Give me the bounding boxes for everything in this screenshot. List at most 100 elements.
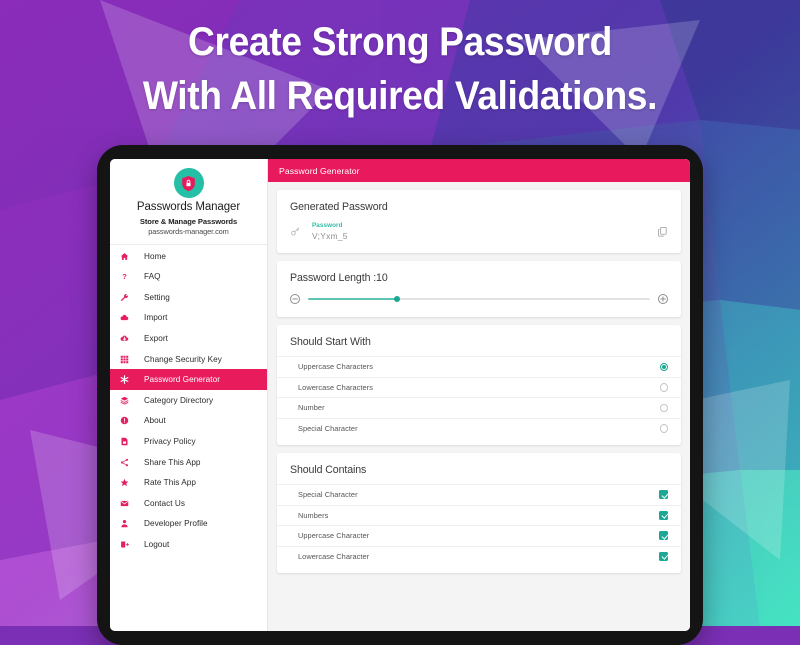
checkbox[interactable] xyxy=(659,490,668,500)
checkbox[interactable] xyxy=(659,510,668,520)
radio-button[interactable] xyxy=(659,383,668,392)
sidebar-item-home[interactable]: Home xyxy=(110,246,267,267)
asterisk-icon xyxy=(116,375,133,385)
should-start-with-options: Uppercase Characters Lowercase Characters… xyxy=(277,356,681,438)
generated-password-row: Password V;Yxm_5 xyxy=(277,221,681,253)
password-field[interactable]: Password V;Yxm_5 xyxy=(312,222,657,241)
option-label: Special Character xyxy=(298,490,358,500)
brand-url: passwords-manager.com xyxy=(148,226,229,236)
sidebar-item-developer-profile[interactable]: Developer Profile xyxy=(110,514,267,535)
brand-subtitle: Store & Manage Passwords xyxy=(139,216,238,226)
checkbox[interactable] xyxy=(659,531,668,541)
sidebar-item-change-security-key[interactable]: Change Security Key xyxy=(110,349,267,370)
sidebar-item-label: Share This App xyxy=(144,457,201,467)
sidebar-item-export[interactable]: Export xyxy=(110,328,267,349)
shield-lock-icon xyxy=(173,168,204,198)
should-contains-title: Should Contains xyxy=(290,464,367,476)
share-icon xyxy=(116,458,133,467)
sidebar-item-about[interactable]: About xyxy=(110,411,267,432)
minus-circle-icon[interactable] xyxy=(290,294,300,304)
start-with-option-row[interactable]: Lowercase Characters xyxy=(277,376,681,398)
star-icon xyxy=(116,478,133,487)
sidebar-item-logout[interactable]: Logout xyxy=(110,534,267,555)
cloud-upload-icon xyxy=(116,313,133,322)
option-label: Uppercase Characters xyxy=(298,362,373,372)
card-spacer xyxy=(277,438,681,445)
content-scroll-area: Generated Password Password V;Yxm_5 Pass… xyxy=(268,182,690,631)
cloud-download-icon xyxy=(116,334,133,343)
sidebar-item-label: Home xyxy=(144,251,167,261)
sidebar-item-label: Setting xyxy=(144,292,170,302)
password-length-card: Password Length :10 xyxy=(277,261,681,317)
sidebar-item-label: Category Directory xyxy=(144,395,214,405)
contains-option-row[interactable]: Numbers xyxy=(277,504,681,526)
checkbox[interactable] xyxy=(659,551,668,561)
sidebar-item-label: Rate This App xyxy=(144,478,196,488)
sidebar-item-label: About xyxy=(144,416,166,426)
sidebar-item-label: Import xyxy=(144,313,168,323)
page-header-bar: Password Generator xyxy=(268,159,690,182)
page-header-title: Password Generator xyxy=(279,165,360,176)
contains-option-row[interactable]: Uppercase Character xyxy=(277,525,681,546)
tablet-device-frame: Passwords Manager Store & Manage Passwor… xyxy=(97,145,703,645)
password-field-value: V;Yxm_5 xyxy=(312,231,348,241)
radio-button[interactable] xyxy=(659,362,668,371)
should-start-with-title: Should Start With xyxy=(290,336,371,348)
grid-keypad-icon xyxy=(116,355,133,364)
sidebar-nav: Home ? FAQ Setting Import Export Change Securi… xyxy=(110,245,267,555)
sidebar-item-rate-this-app[interactable]: Rate This App xyxy=(110,472,267,493)
tablet-screen: Passwords Manager Store & Manage Passwor… xyxy=(110,159,690,631)
sidebar-item-label: Contact Us xyxy=(144,498,185,508)
sidebar-item-label: Change Security Key xyxy=(144,354,222,364)
question-mark-icon: ? xyxy=(116,272,133,281)
envelope-icon xyxy=(116,499,133,508)
contains-option-row[interactable]: Lowercase Character xyxy=(277,545,681,567)
sidebar-item-faq[interactable]: ? FAQ xyxy=(110,266,267,287)
option-label: Uppercase Character xyxy=(298,531,370,541)
home-icon xyxy=(116,252,133,261)
generated-password-card: Generated Password Password V;Yxm_5 xyxy=(277,190,681,253)
option-label: Lowercase Characters xyxy=(298,382,373,392)
document-lock-icon xyxy=(116,437,133,446)
copy-icon[interactable] xyxy=(657,226,668,237)
option-label: Number xyxy=(298,403,325,413)
contains-option-row[interactable]: Special Character xyxy=(277,484,681,505)
should-contains-card: Should Contains Special Character Numbers… xyxy=(277,453,681,573)
radio-button[interactable] xyxy=(659,403,668,412)
logout-icon xyxy=(116,540,133,549)
sidebar-item-import[interactable]: Import xyxy=(110,308,267,329)
start-with-option-row[interactable]: Special Character xyxy=(277,417,681,439)
sidebar-brand: Passwords Manager Store & Manage Passwor… xyxy=(110,159,267,245)
slider-knob[interactable] xyxy=(393,296,400,302)
password-length-slider[interactable] xyxy=(308,296,650,302)
start-with-option-row[interactable]: Uppercase Characters xyxy=(277,356,681,377)
password-length-slider-row xyxy=(277,292,681,317)
brand-title: Passwords Manager xyxy=(136,201,241,213)
plus-circle-icon[interactable] xyxy=(658,294,668,304)
card-spacer xyxy=(277,566,681,573)
person-icon xyxy=(116,519,133,528)
svg-text:?: ? xyxy=(122,272,127,281)
sidebar-item-setting[interactable]: Setting xyxy=(110,287,267,308)
sidebar-item-share-this-app[interactable]: Share This App xyxy=(110,452,267,473)
sidebar-item-label: Export xyxy=(144,333,168,343)
sidebar-item-label: Password Generator xyxy=(144,375,220,385)
sidebar-item-privacy-policy[interactable]: Privacy Policy xyxy=(110,431,267,452)
headline-line-2: With All Required Validations. xyxy=(142,73,658,118)
option-label: Lowercase Character xyxy=(298,551,370,561)
sidebar-item-contact-us[interactable]: Contact Us xyxy=(110,493,267,514)
should-contains-options: Special Character Numbers Uppercase Charac… xyxy=(277,484,681,566)
option-label: Special Character xyxy=(298,423,358,433)
key-icon xyxy=(290,226,306,237)
sidebar-item-password-generator[interactable]: Password Generator xyxy=(110,369,267,390)
page-title: Create Strong Password With All Required… xyxy=(28,16,772,123)
should-start-with-card: Should Start With Uppercase Characters Lo… xyxy=(277,325,681,445)
generated-password-title: Generated Password xyxy=(290,201,388,213)
sidebar-item-label: Developer Profile xyxy=(144,519,208,529)
wrench-icon xyxy=(116,293,133,302)
sidebar: Passwords Manager Store & Manage Passwor… xyxy=(110,159,268,631)
password-length-title: Password Length :10 xyxy=(290,272,388,284)
radio-button[interactable] xyxy=(659,424,668,433)
sidebar-item-category-directory[interactable]: Category Directory xyxy=(110,390,267,411)
start-with-option-row[interactable]: Number xyxy=(277,397,681,418)
